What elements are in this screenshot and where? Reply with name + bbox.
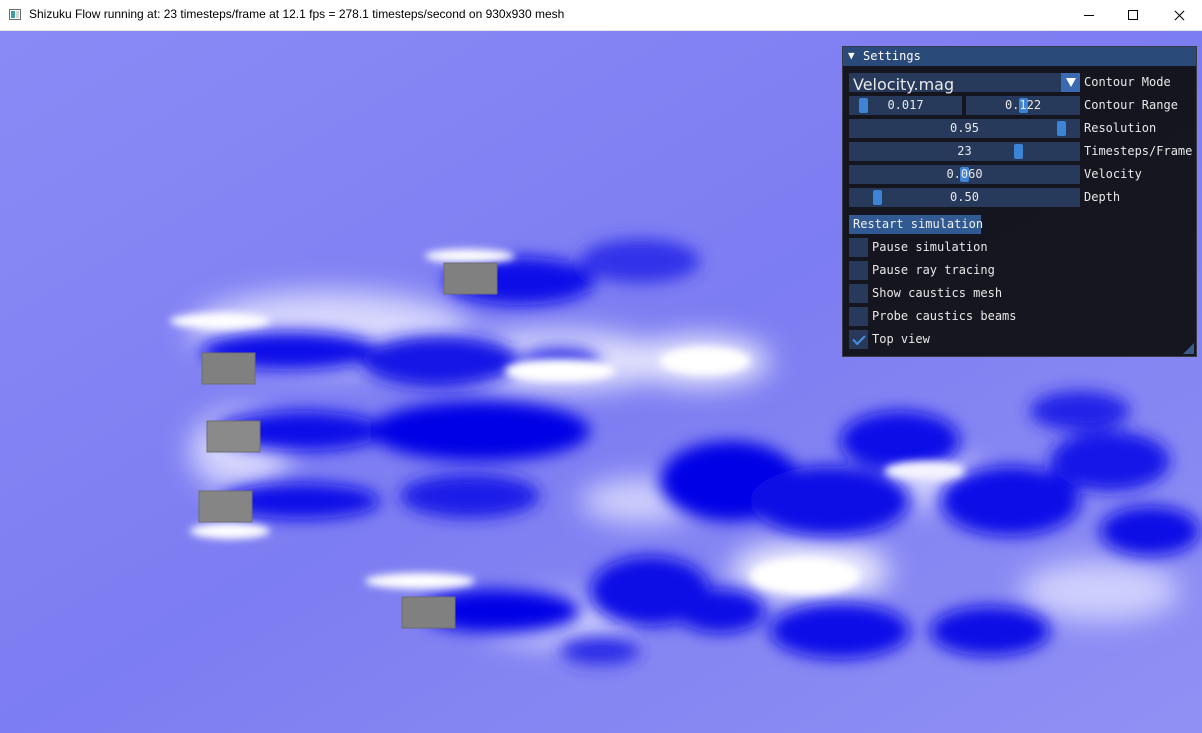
- velocity-label: Velocity: [1084, 167, 1142, 181]
- maximize-icon: [1128, 10, 1138, 20]
- contour-range-label: Contour Range: [1084, 98, 1178, 112]
- depth-value: 0.50: [950, 190, 979, 204]
- contour-range-max-value: 0.122: [1004, 98, 1042, 112]
- obstacle-block: [401, 596, 456, 629]
- probe-caustics-beams-checkbox[interactable]: [849, 307, 868, 326]
- window-title: Shizuku Flow running at: 23 timesteps/fr…: [29, 7, 565, 21]
- combo-arrow-icon[interactable]: [1061, 73, 1080, 92]
- obstacle-block: [206, 420, 261, 453]
- minimize-button[interactable]: [1066, 0, 1112, 31]
- velocity-value: 0.060: [946, 167, 983, 181]
- velocity-slider[interactable]: 0.060: [849, 165, 1080, 184]
- resolution-label: Resolution: [1084, 121, 1157, 135]
- settings-title: Settings: [863, 49, 921, 63]
- contour-mode-select[interactable]: Velocity.mag: [849, 73, 1061, 94]
- collapse-triangle-icon[interactable]: ▼: [848, 49, 855, 62]
- contour-range-min-slider[interactable]: 0.017: [849, 96, 962, 115]
- obstacle-block: [443, 262, 498, 295]
- pause-simulation-label[interactable]: Pause simulation: [872, 240, 988, 254]
- resize-grip-icon[interactable]: [1183, 343, 1194, 354]
- top-view-checkbox[interactable]: [849, 330, 868, 349]
- depth-label: Depth: [1084, 190, 1121, 204]
- probe-caustics-beams-label[interactable]: Probe caustics beams: [872, 309, 1017, 323]
- resolution-value: 0.95: [950, 121, 979, 135]
- title-bar: Shizuku Flow running at: 23 timesteps/fr…: [0, 0, 1202, 31]
- settings-header[interactable]: ▼ Settings: [843, 47, 1196, 66]
- timesteps-value: 23: [957, 144, 972, 158]
- app-icon: [9, 9, 21, 20]
- pause-simulation-checkbox[interactable]: [849, 238, 868, 257]
- minimize-icon: [1084, 15, 1094, 16]
- top-view-label[interactable]: Top view: [872, 332, 930, 346]
- obstacle-block: [198, 490, 253, 523]
- checkmark-icon: [852, 331, 866, 346]
- show-caustics-mesh-checkbox[interactable]: [849, 284, 868, 303]
- obstacle-block: [201, 352, 256, 385]
- restart-simulation-label: Restart simulation: [853, 217, 984, 231]
- contour-range-max-slider[interactable]: 0.122: [966, 96, 1080, 115]
- contour-mode-label: Contour Mode: [1084, 75, 1171, 89]
- restart-simulation-button[interactable]: Restart simulation: [849, 215, 984, 234]
- timesteps-label: Timesteps/Frame: [1084, 144, 1193, 158]
- depth-slider[interactable]: 0.50: [849, 188, 1080, 207]
- show-caustics-mesh-label[interactable]: Show caustics mesh: [872, 286, 1002, 300]
- contour-range-min-value: 0.017: [887, 98, 924, 112]
- pause-ray-tracing-label[interactable]: Pause ray tracing: [872, 263, 995, 277]
- resolution-slider[interactable]: 0.95: [849, 119, 1080, 138]
- contour-mode-value: Velocity.mag: [853, 75, 955, 94]
- timesteps-slider[interactable]: 23: [849, 142, 1080, 161]
- close-button[interactable]: [1156, 0, 1202, 31]
- pause-ray-tracing-checkbox[interactable]: [849, 261, 868, 280]
- maximize-button[interactable]: [1110, 0, 1156, 31]
